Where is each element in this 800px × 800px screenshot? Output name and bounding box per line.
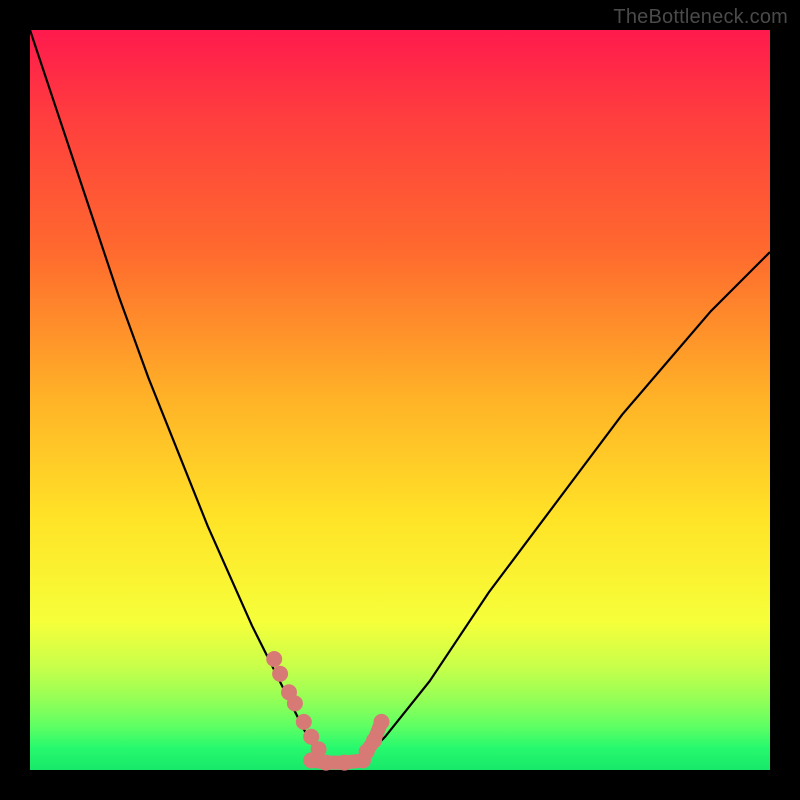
markers-left-dot (287, 695, 303, 711)
left-curve (30, 30, 326, 764)
curve-layer (30, 30, 770, 764)
markers-left-dot (272, 666, 288, 682)
marker-layer (266, 651, 389, 771)
markers-bottom-dot (318, 755, 334, 771)
chart-frame: TheBottleneck.com (0, 0, 800, 800)
plot-area (30, 30, 770, 770)
right-curve (356, 252, 770, 764)
watermark-text: TheBottleneck.com (613, 6, 788, 29)
markers-bottom-dot (337, 755, 353, 771)
markers-left-dot (266, 651, 282, 667)
markers-right-dot (366, 732, 382, 748)
markers-right-dot (374, 714, 390, 730)
markers-left-dot (296, 714, 312, 730)
chart-svg (30, 30, 770, 770)
markers-bottom-dot (303, 752, 319, 768)
